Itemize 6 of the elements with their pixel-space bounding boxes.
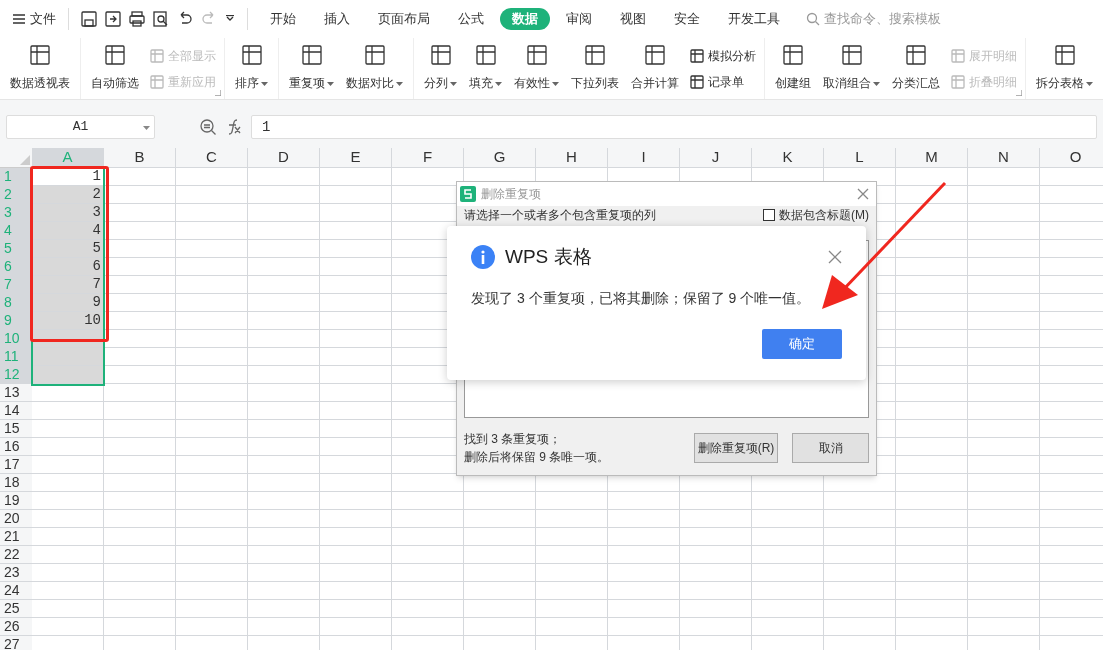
summary-text: 找到 3 条重复项；	[464, 431, 563, 448]
summary-text: 删除后将保留 9 条唯一项。	[464, 449, 610, 466]
dialog-title: 删除重复项	[481, 186, 541, 203]
prompt-text: 请选择一个或者多个包含重复项的列	[464, 208, 656, 222]
message-text: 发现了 3 个重复项，已将其删除；保留了 9 个唯一值。	[471, 288, 812, 308]
message-title: WPS 表格	[505, 245, 592, 269]
